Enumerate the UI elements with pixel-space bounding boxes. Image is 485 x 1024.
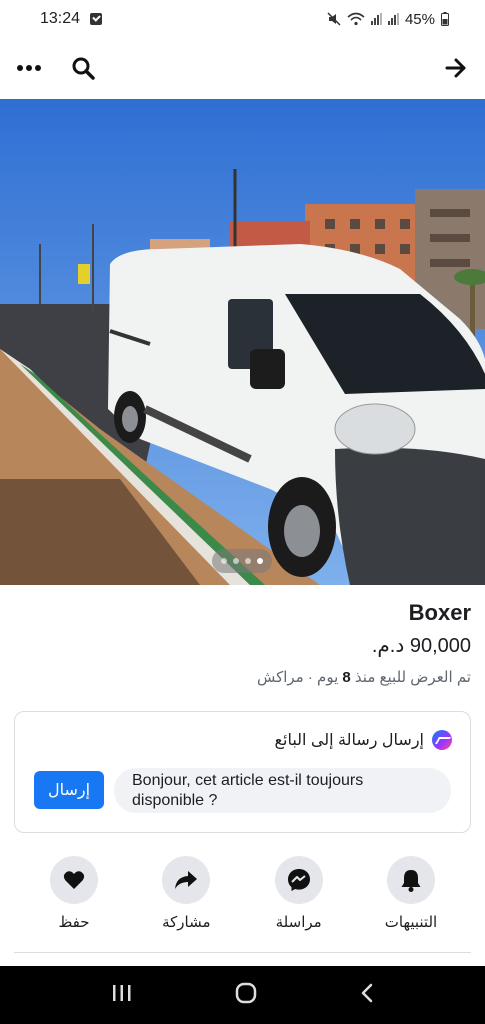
listing-meta-prefix: تم العرض للبيع منذ [350, 669, 471, 686]
home-icon [235, 982, 256, 1003]
action-row: حفظ مشاركة مراسلة التنبيهات [14, 856, 471, 936]
alerts-label: التنبيهات [384, 914, 438, 931]
message-circle [274, 856, 323, 904]
home-button[interactable] [234, 981, 258, 1010]
save-label: حفظ [58, 914, 90, 931]
back-icon [361, 983, 372, 1002]
messenger-icon [287, 869, 310, 891]
listing-title: Boxer [408, 600, 471, 625]
save-circle [50, 856, 98, 904]
share-icon [175, 871, 198, 889]
bell-icon [401, 870, 421, 892]
listing-meta: تم العرض للبيع منذ 8 يوم · مراكش [257, 668, 471, 686]
signal-icon [370, 13, 382, 25]
message-seller-card: إرسال رسالة إلى البائع إرسال Bonjour, ce… [14, 711, 471, 833]
arrow-right-icon [445, 58, 466, 78]
message-input[interactable]: Bonjour, cet article est-il toujours dis… [114, 768, 451, 813]
mute-icon [327, 12, 341, 26]
carousel-dot [245, 558, 251, 564]
back-button[interactable] [441, 53, 471, 83]
carousel-dot [221, 558, 227, 564]
listing-meta-suffix: يوم · مراكش [256, 669, 343, 686]
van-photo-image [0, 99, 485, 585]
alerts-button[interactable]: التنبيهات [371, 856, 451, 936]
search-button[interactable] [68, 53, 98, 83]
signal-icon-2 [387, 13, 399, 25]
carousel-dot [233, 558, 239, 564]
message-label: مراسلة [275, 914, 322, 931]
status-time: 13:24 [40, 10, 81, 27]
listing-photo[interactable] [0, 99, 485, 585]
search-icon [72, 57, 95, 80]
listing-price: 90,000 د.م. [371, 635, 471, 657]
message-button[interactable]: مراسلة [259, 856, 339, 936]
more-horizontal-icon [17, 65, 41, 71]
recent-apps-button[interactable] [111, 983, 133, 1008]
carousel-indicator [212, 549, 272, 573]
more-options-button[interactable] [14, 53, 44, 83]
messenger-icon [432, 730, 452, 750]
heart-icon [63, 871, 85, 889]
notification-icon [90, 13, 103, 25]
send-button[interactable]: إرسال [34, 771, 104, 809]
share-button[interactable]: مشاركة [146, 856, 226, 936]
message-seller-header: إرسال رسالة إلى البائع [274, 730, 452, 750]
share-label: مشاركة [162, 914, 211, 931]
message-seller-title: إرسال رسالة إلى البائع [274, 732, 424, 749]
share-circle [162, 856, 211, 904]
listing-meta-days: 8 [342, 669, 351, 686]
status-bar: 13:24 45% [0, 0, 485, 38]
battery-level: 45% [404, 10, 435, 28]
save-button[interactable]: حفظ [34, 856, 114, 936]
divider [14, 952, 471, 953]
carousel-dot-active [257, 558, 263, 564]
app-bar [0, 38, 485, 98]
alerts-circle [386, 856, 435, 904]
battery-icon [441, 12, 449, 26]
recent-apps-icon [112, 984, 130, 1001]
back-nav-button[interactable] [359, 982, 375, 1009]
wifi-icon [347, 12, 365, 26]
system-nav-bar [0, 966, 485, 1024]
